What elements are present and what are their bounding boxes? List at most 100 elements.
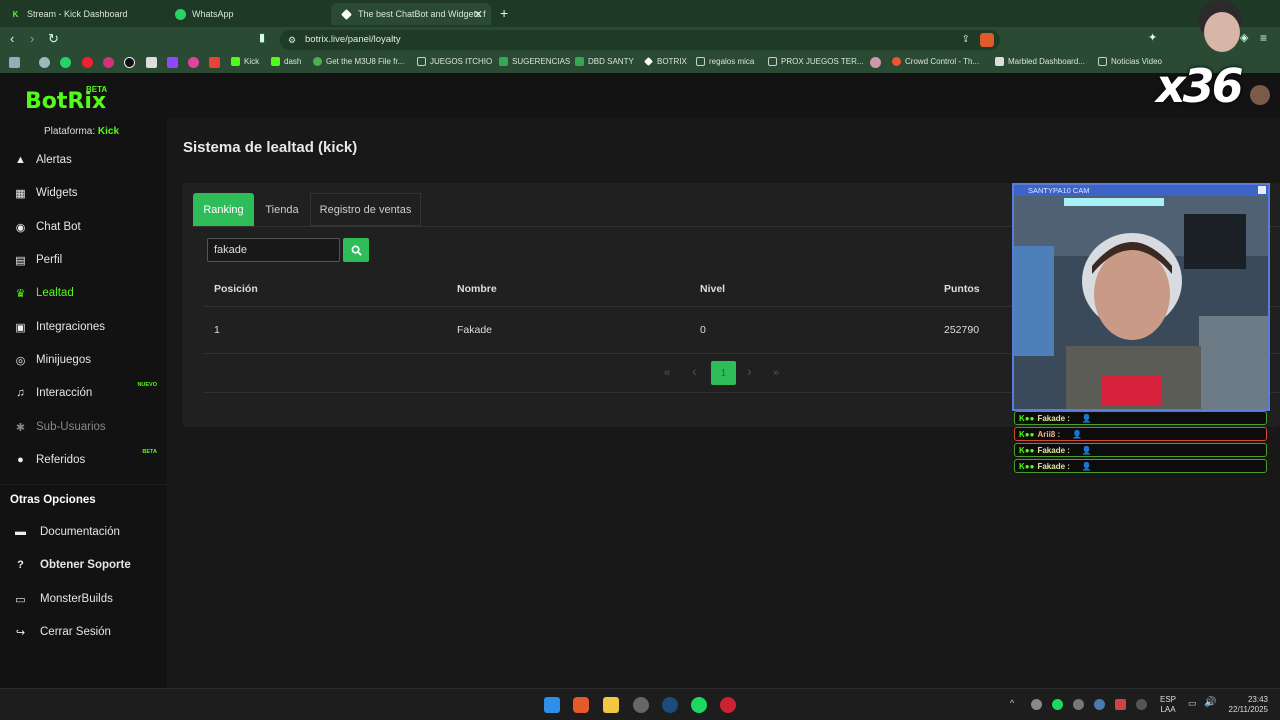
bookmark-sugerencias[interactable]: SUGERENCIAS — [499, 57, 570, 66]
system-clock[interactable]: 23:43 22/11/2025 — [1226, 695, 1268, 715]
twitch-bookmark-icon[interactable] — [167, 57, 178, 68]
bookmark-dbd-santy[interactable]: DBD SANTY — [575, 57, 634, 66]
mic-tray-icon[interactable] — [1136, 699, 1147, 710]
search-button[interactable] — [343, 238, 369, 262]
sidebar-item-widgets[interactable]: ▦ Widgets — [0, 178, 167, 208]
avatar-icon: 👤 — [1081, 461, 1092, 471]
column-header-posicion[interactable]: Posición — [214, 283, 258, 295]
sidebar-item-monsterbuilds[interactable]: ▭ MonsterBuilds — [0, 584, 167, 614]
bookmark-prox-juegos[interactable]: PROX JUEGOS TER... — [768, 57, 864, 66]
bookmark-dash[interactable]: dash — [271, 57, 301, 66]
column-header-nivel[interactable]: Nivel — [700, 283, 725, 295]
network-icon[interactable]: ▭ — [1188, 698, 1197, 709]
steam-icon[interactable] — [662, 697, 678, 713]
apps-grid-icon[interactable] — [9, 57, 20, 68]
bookmark-m3u8[interactable]: Get the M3U8 File fr... — [313, 57, 404, 66]
bookmark-botrix[interactable]: BOTRIX — [644, 57, 687, 66]
reload-icon[interactable]: ↻ — [48, 31, 59, 47]
bookmark-kick[interactable]: Kick — [231, 57, 259, 66]
tab-tienda[interactable]: Tienda — [254, 193, 310, 226]
media-player-icon[interactable] — [720, 697, 736, 713]
laptop-icon: ▭ — [15, 593, 26, 606]
obs-tray-icon[interactable] — [1073, 699, 1084, 710]
app-tray-icon[interactable] — [1115, 699, 1126, 710]
file-explorer-icon[interactable] — [603, 697, 619, 713]
book-icon: ▬ — [15, 526, 26, 538]
sidebar-item-referidos[interactable]: ● Referidos BETA — [0, 445, 167, 475]
tab-title: The best ChatBot and Widgets f — [358, 9, 486, 19]
browser-tab-whatsapp[interactable]: WhatsApp — [165, 3, 330, 25]
prev-page-icon[interactable]: ‹ — [692, 363, 697, 379]
column-header-nombre[interactable]: Nombre — [457, 283, 497, 295]
brave-browser-icon[interactable] — [573, 697, 589, 713]
browser-tab-botrix[interactable]: The best ChatBot and Widgets f ✕ — [331, 3, 491, 25]
share-icon[interactable]: ⇪ — [962, 30, 970, 50]
gmail-bookmark-icon[interactable] — [209, 57, 220, 68]
chat-message: K●● Fakade : 👤 — [1014, 459, 1267, 473]
extensions-icon[interactable]: ✦ — [1148, 31, 1157, 44]
browser-tab-bar: K Stream - Kick Dashboard WhatsApp The b… — [0, 0, 1280, 27]
new-tab-icon[interactable]: + — [500, 5, 508, 21]
bookmark-icon[interactable]: ▮ — [259, 31, 265, 44]
youtube-bookmark-icon[interactable] — [82, 57, 93, 68]
page-1-button[interactable]: 1 — [711, 361, 736, 385]
bookmark-noticias[interactable]: Noticias Video — [1098, 57, 1162, 66]
obs-icon[interactable] — [633, 697, 649, 713]
url-field[interactable]: ⚙ botrix.live/panel/loyalty ⇪ — [280, 30, 1000, 50]
browser-tab-kick-dashboard[interactable]: K Stream - Kick Dashboard — [0, 3, 165, 25]
sidebar: Plataforma: Kick ▲ Alertas ▦ Widgets ◉ C… — [0, 118, 167, 688]
bookmark-juegos-itchio[interactable]: JUEGOS ITCHIO — [417, 57, 492, 66]
bookmark-marbled-dashboard[interactable]: Marbled Dashboard... — [995, 57, 1085, 66]
x-bookmark-icon[interactable] — [146, 57, 157, 68]
robot-icon: ◉ — [15, 221, 26, 234]
webcam-overlay: SANTYPA10 CAM — [1012, 183, 1270, 411]
spotify-icon[interactable] — [691, 697, 707, 713]
sidebar-item-alertas[interactable]: ▲ Alertas — [0, 145, 167, 175]
bookmark-site-icon[interactable] — [39, 57, 50, 68]
first-page-icon[interactable]: « — [664, 367, 670, 379]
sidebar-item-chat-bot[interactable]: ◉ Chat Bot — [0, 212, 167, 242]
discord-tray-icon[interactable] — [1031, 699, 1042, 710]
colorful-bookmark-icon[interactable] — [870, 57, 881, 68]
sidebar-item-sub-usuarios[interactable]: ✱ Sub-Usuarios — [0, 412, 167, 442]
site-info-icon[interactable]: ⚙ — [288, 30, 296, 50]
sidebar-item-perfil[interactable]: ▤ Perfil — [0, 245, 167, 275]
close-tab-icon[interactable]: ✕ — [474, 8, 483, 21]
sidebar-item-label: Interacción — [36, 387, 93, 399]
windows-start-icon[interactable] — [544, 697, 560, 713]
bookmark-regalos-mica[interactable]: regalos mica — [696, 57, 754, 66]
sidebar-item-label: Documentación — [40, 526, 120, 538]
back-icon[interactable]: ‹ — [10, 31, 14, 46]
volume-icon[interactable]: 🔊 — [1204, 697, 1216, 708]
sidebar-item-integraciones[interactable]: ▣ Integraciones — [0, 312, 167, 342]
steam-tray-icon[interactable] — [1094, 699, 1105, 710]
sidebar-item-cerrar-sesion[interactable]: ↪ Cerrar Sesión — [0, 617, 167, 647]
kick-badge-icon: K●● — [1019, 445, 1035, 455]
search-input[interactable] — [207, 238, 340, 262]
bookmark-label: Get the M3U8 File fr... — [326, 57, 405, 66]
next-page-icon[interactable]: › — [747, 363, 752, 379]
bookmark-crowd-control[interactable]: Crowd Control - Th... — [892, 57, 979, 66]
whatsapp-bookmark-icon[interactable] — [60, 57, 71, 68]
sidebar-item-documentacion[interactable]: ▬ Documentación — [0, 517, 167, 547]
sidebar-item-lealtad[interactable]: ♛ Lealtad — [0, 278, 167, 308]
sidebar-item-minijuegos[interactable]: ◎ Minijuegos — [0, 345, 167, 375]
brave-shield-icon[interactable] — [980, 33, 994, 47]
whatsapp-icon — [175, 8, 186, 20]
instagram-bookmark-icon[interactable] — [103, 57, 114, 68]
sheets-icon — [575, 57, 584, 66]
tiktok-bookmark-icon[interactable] — [124, 57, 135, 68]
tray-expand-icon[interactable]: ^ — [1010, 698, 1014, 708]
sub-users-icon: ✱ — [15, 421, 26, 434]
sidebar-item-obtener-soporte[interactable]: ? Obtener Soporte — [0, 550, 167, 580]
tab-registro-de-ventas[interactable]: Registro de ventas — [310, 193, 421, 226]
sidebar-item-interaccion[interactable]: ♫ Interacción NUEVO — [0, 378, 167, 408]
forward-icon[interactable]: › — [30, 31, 34, 46]
last-page-icon[interactable]: » — [773, 367, 779, 379]
bolt-bookmark-icon[interactable] — [188, 57, 199, 68]
tab-title: Stream - Kick Dashboard — [27, 9, 128, 19]
language-indicator[interactable]: ESP LAA — [1160, 695, 1176, 715]
tab-ranking[interactable]: Ranking — [193, 193, 254, 226]
spotify-tray-icon[interactable] — [1052, 699, 1063, 710]
column-header-puntos[interactable]: Puntos — [944, 283, 980, 295]
